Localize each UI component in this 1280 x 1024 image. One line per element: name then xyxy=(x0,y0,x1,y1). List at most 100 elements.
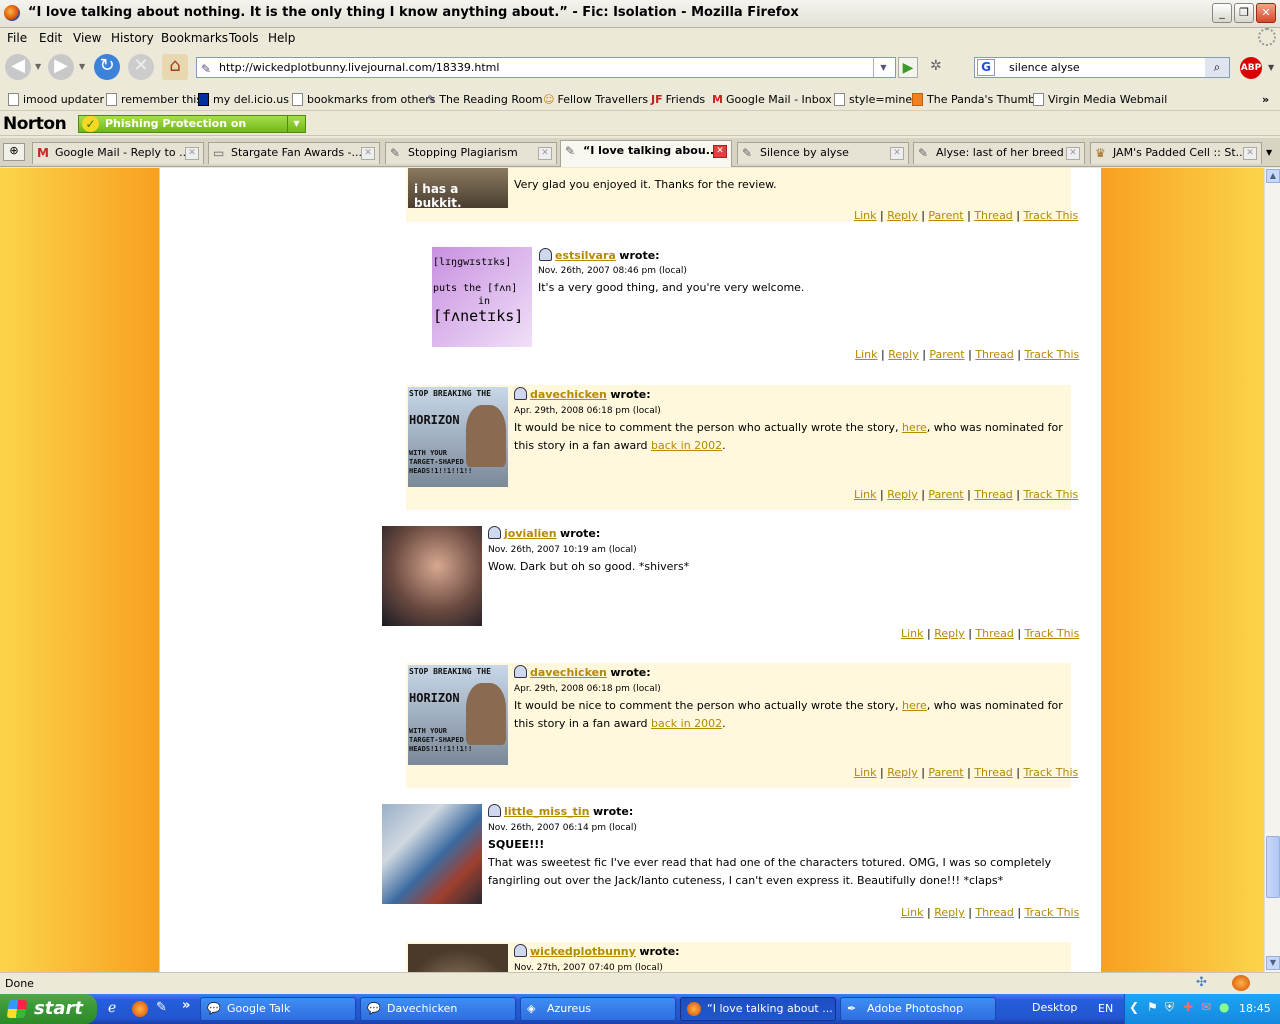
bookmark-item[interactable]: M Google Mail - Inbox xyxy=(712,93,832,106)
tab-close-button[interactable]: ✕ xyxy=(1066,147,1080,160)
reply-link[interactable]: Reply xyxy=(888,348,918,361)
thread-link[interactable]: Thread xyxy=(975,906,1013,919)
back-button[interactable]: ◀ xyxy=(5,54,31,80)
tab-close-button[interactable]: ✕ xyxy=(1243,147,1257,160)
bookmark-item[interactable]: my del.icio.us xyxy=(198,93,289,106)
back-in-2002-link[interactable]: back in 2002 xyxy=(651,717,722,730)
url-field[interactable]: ✎ http://wickedplotbunny.livejournal.com… xyxy=(196,57,896,78)
tab-stopping-plagiarism[interactable]: ✎ Stopping Plagiarism ✕ xyxy=(385,142,557,164)
close-window-button[interactable]: ✕ xyxy=(1256,3,1276,23)
user-icon[interactable] xyxy=(539,248,552,261)
task-azureus[interactable]: ◈ Azureus xyxy=(520,997,676,1021)
user-icon[interactable] xyxy=(488,804,501,817)
tab-alyse-last-of-her-breed[interactable]: ✎ Alyse: last of her breed ✕ xyxy=(913,142,1085,164)
language-indicator[interactable]: EN xyxy=(1098,1002,1113,1015)
vertical-scrollbar[interactable]: ▲ ▼ xyxy=(1264,168,1280,972)
link-link[interactable]: Link xyxy=(901,906,924,919)
bookmark-item[interactable]: ✎ The Reading Room xyxy=(427,93,543,106)
tab-jams-padded-cell[interactable]: ♛ JAM's Padded Cell :: St... ✕ xyxy=(1090,142,1262,164)
menu-bookmarks[interactable]: Bookmarks xyxy=(161,31,228,45)
tab-silence-by-alyse[interactable]: ✎ Silence by alyse ✕ xyxy=(737,142,909,164)
firefox-quicklaunch-icon[interactable] xyxy=(132,1001,148,1017)
menu-edit[interactable]: Edit xyxy=(39,31,62,45)
network-icon[interactable]: ⚑ xyxy=(1147,1000,1158,1014)
google-icon[interactable]: G xyxy=(977,59,995,76)
task-davechicken[interactable]: 💬 Davechicken xyxy=(360,997,516,1021)
thread-link[interactable]: Thread xyxy=(975,627,1013,640)
tab-close-button[interactable]: ✕ xyxy=(538,147,552,160)
link-link[interactable]: Link xyxy=(855,348,878,361)
tab-close-button[interactable]: ✕ xyxy=(890,147,904,160)
bookmark-item[interactable]: Virgin Media Webmail xyxy=(1033,93,1167,106)
start-button[interactable]: start xyxy=(0,994,97,1024)
reply-link[interactable]: Reply xyxy=(887,488,917,501)
menu-history[interactable]: History xyxy=(111,31,154,45)
antivirus-icon[interactable]: ✚ xyxy=(1183,1000,1193,1014)
scroll-down-icon[interactable]: ▼ xyxy=(1266,956,1280,970)
go-button[interactable]: ▶ xyxy=(898,57,918,78)
new-tab-icon[interactable]: ⊕ xyxy=(3,143,25,161)
reply-link[interactable]: Reply xyxy=(887,209,917,222)
status-icon[interactable]: ● xyxy=(1219,1000,1229,1014)
tab-stargate-fan-awards[interactable]: ▭ Stargate Fan Awards -... ✕ xyxy=(208,142,380,164)
user-icon[interactable] xyxy=(514,665,527,678)
reload-button[interactable]: ↻ xyxy=(94,54,120,80)
parent-link[interactable]: Parent xyxy=(928,766,963,779)
parent-link[interactable]: Parent xyxy=(928,488,963,501)
task-google-talk[interactable]: 💬 Google Talk xyxy=(200,997,356,1021)
here-link[interactable]: here xyxy=(902,421,927,434)
menu-file[interactable]: File xyxy=(7,31,27,45)
maximize-button[interactable]: ❐ xyxy=(1234,3,1254,23)
back-in-2002-link[interactable]: back in 2002 xyxy=(651,439,722,452)
bookmark-item[interactable]: style=mine xyxy=(834,93,912,106)
stop-button[interactable]: ✕ xyxy=(128,54,154,80)
username-link[interactable]: estsilvara xyxy=(555,249,616,262)
user-icon[interactable] xyxy=(488,526,501,539)
menu-help[interactable]: Help xyxy=(268,31,295,45)
username-link[interactable]: davechicken xyxy=(530,388,607,401)
bookmark-item[interactable]: ☺ Fellow Travellers xyxy=(543,93,648,106)
link-link[interactable]: Link xyxy=(854,209,877,222)
task-adobe-photoshop[interactable]: ✒ Adobe Photoshop xyxy=(840,997,996,1021)
username-link[interactable]: wickedplotbunny xyxy=(530,945,636,958)
extension-icon[interactable]: ✲ xyxy=(930,58,942,74)
norton-dropdown-icon[interactable]: ▼ xyxy=(287,116,305,132)
username-link[interactable]: davechicken xyxy=(530,666,607,679)
bookmark-item[interactable]: bookmarks from others xyxy=(292,93,436,106)
thread-link[interactable]: Thread xyxy=(974,488,1012,501)
reply-link[interactable]: Reply xyxy=(934,906,964,919)
quicklaunch-overflow-icon[interactable]: » xyxy=(182,998,190,1013)
tab-close-button[interactable]: ✕ xyxy=(185,147,199,160)
link-link[interactable]: Link xyxy=(901,627,924,640)
mail-icon[interactable]: ✉ xyxy=(1201,1000,1211,1014)
bookmark-item[interactable]: JF Friends xyxy=(651,93,705,106)
menu-tools[interactable]: Tools xyxy=(229,31,259,45)
bookmark-item[interactable]: remember this xyxy=(106,93,202,106)
link-link[interactable]: Link xyxy=(854,488,877,501)
parent-link[interactable]: Parent xyxy=(929,348,964,361)
tab-close-button[interactable]: ✕ xyxy=(361,147,375,160)
forward-dropdown-icon[interactable]: ▼ xyxy=(79,62,85,71)
minimize-button[interactable]: _ xyxy=(1212,3,1232,23)
tab-i-love-talking[interactable]: ✎ “I love talking abou... ✕ xyxy=(560,140,732,167)
reply-link[interactable]: Reply xyxy=(887,766,917,779)
bookmark-item[interactable]: imood updater xyxy=(8,93,104,106)
desktop-toolbar[interactable]: Desktop xyxy=(1032,1001,1077,1014)
bookmark-item[interactable]: The Panda's Thumb xyxy=(912,93,1035,106)
parent-link[interactable]: Parent xyxy=(928,209,963,222)
track-this-link[interactable]: Track This xyxy=(1025,906,1080,919)
bookmarks-overflow-icon[interactable]: » xyxy=(1262,93,1269,106)
username-link[interactable]: little_miss_tin xyxy=(504,805,589,818)
adblock-dropdown-icon[interactable]: ▼ xyxy=(1268,63,1274,72)
username-link[interactable]: jovialien xyxy=(504,527,557,540)
search-icon[interactable]: ⌕ xyxy=(1205,58,1229,77)
tab-close-button[interactable]: ✕ xyxy=(713,145,727,158)
firefox-status-icon[interactable] xyxy=(1232,975,1250,991)
scroll-up-icon[interactable]: ▲ xyxy=(1266,169,1280,183)
back-dropdown-icon[interactable]: ▼ xyxy=(35,62,41,71)
thread-link[interactable]: Thread xyxy=(975,348,1013,361)
link-link[interactable]: Link xyxy=(854,766,877,779)
thread-link[interactable]: Thread xyxy=(974,209,1012,222)
track-this-link[interactable]: Track This xyxy=(1024,488,1079,501)
track-this-link[interactable]: Track This xyxy=(1024,209,1079,222)
